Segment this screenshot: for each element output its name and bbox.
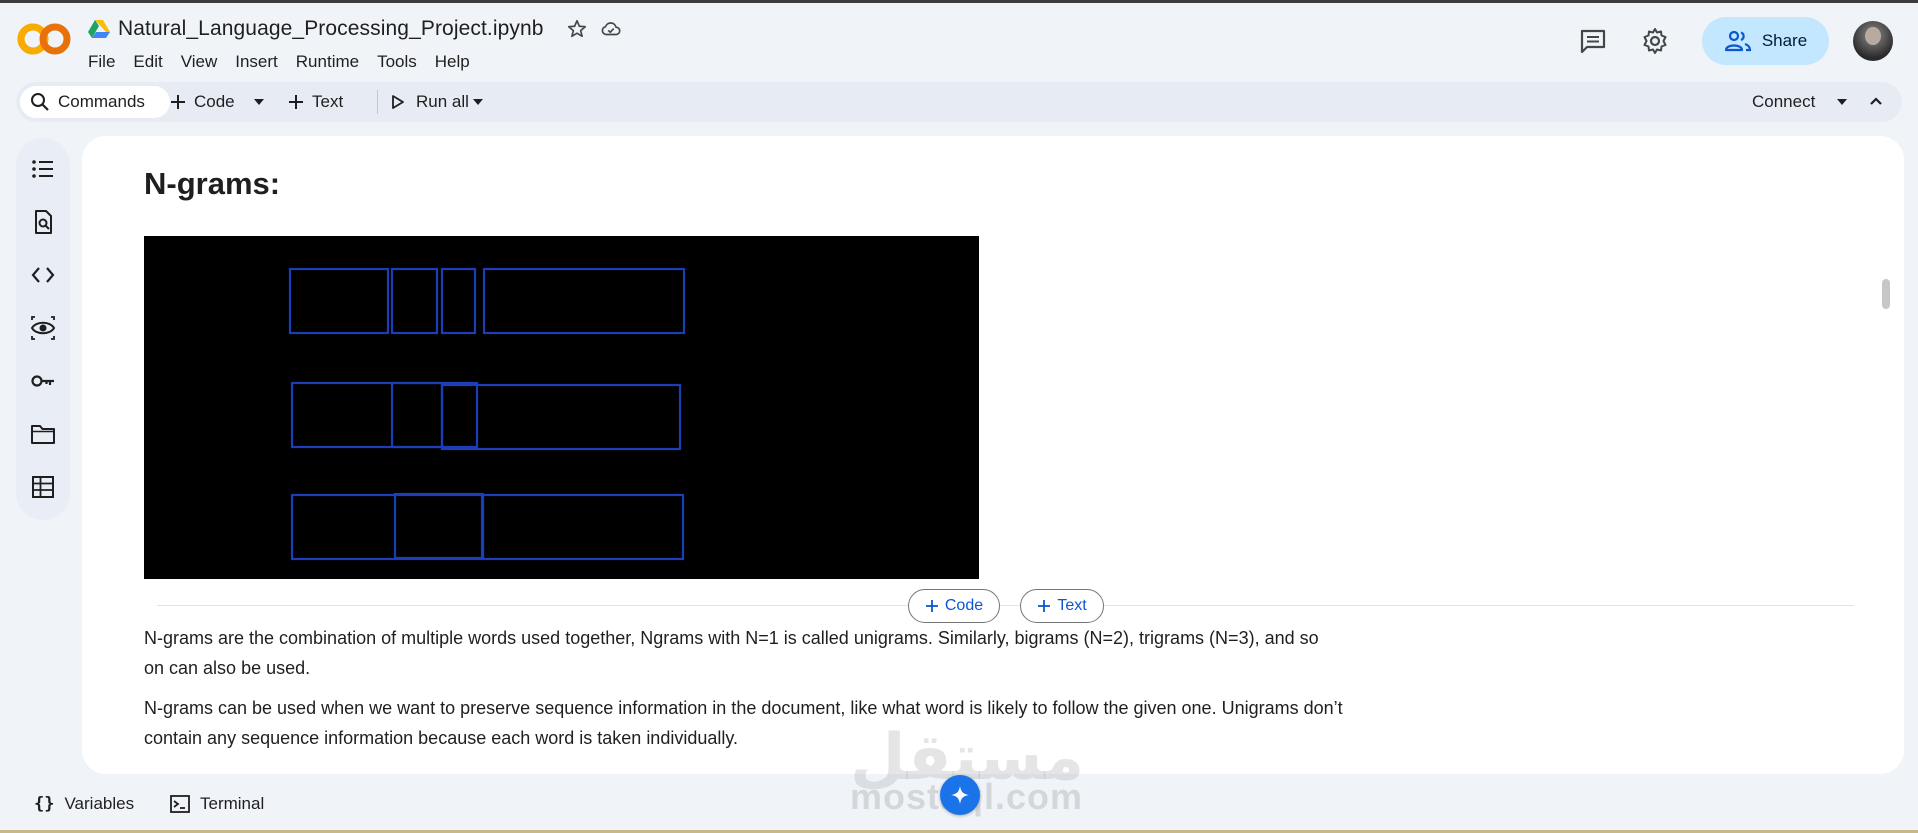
menu-tools[interactable]: Tools (368, 52, 426, 72)
menu-runtime[interactable]: Runtime (287, 52, 368, 72)
key-icon[interactable] (30, 368, 56, 394)
connect-button[interactable]: Connect (1752, 82, 1815, 122)
menu-file[interactable]: File (88, 52, 124, 72)
notebook-toolbar: Commands Code Text Run all Connect (16, 82, 1902, 122)
paragraph-ngrams-definition: N-grams are the combination of multiple … (144, 628, 1319, 678)
gemini-assist-button[interactable] (940, 775, 980, 815)
notebook-main: N-grams: Code Text N-grams are the combi… (82, 136, 1904, 774)
title-row: Natural_Language_Processing_Project.ipyn… (88, 17, 622, 41)
menu-view[interactable]: View (172, 52, 227, 72)
add-text-button[interactable]: Text (288, 82, 343, 122)
braces-icon: {} (34, 794, 55, 814)
find-icon[interactable] (30, 209, 56, 235)
cloud-saved-icon[interactable] (600, 18, 622, 40)
terminal-icon (170, 795, 190, 813)
menu-insert[interactable]: Insert (226, 52, 287, 72)
variables-label: Variables (64, 794, 135, 813)
play-icon (392, 95, 404, 109)
ngram-diagram-image (144, 236, 979, 579)
insert-text-label: Text (1057, 597, 1087, 614)
folder-icon[interactable] (30, 421, 56, 447)
add-code-label: Code (194, 92, 235, 111)
sparkle-icon (951, 786, 969, 804)
insert-code-cell-button[interactable]: Code (908, 589, 1000, 623)
search-icon (31, 93, 49, 111)
share-label: Share (1761, 31, 1808, 50)
share-button[interactable]: Share (1702, 17, 1829, 65)
paragraph-ngrams-usage: N-grams can be used when we want to pres… (144, 698, 1343, 748)
commands-label: Commands (58, 92, 145, 111)
run-all-button[interactable]: Run all (378, 82, 469, 122)
side-rail (16, 138, 70, 520)
plus-icon (171, 95, 185, 109)
avatar[interactable] (1853, 21, 1893, 61)
menu-edit[interactable]: Edit (124, 52, 171, 72)
connect-label: Connect (1752, 92, 1816, 111)
connect-chevron-icon[interactable] (1836, 98, 1848, 106)
terminal-label: Terminal (200, 794, 265, 813)
menu-help[interactable]: Help (426, 52, 479, 72)
plus-icon (289, 95, 303, 109)
markdown-heading: N-grams: (144, 166, 281, 201)
header-actions: Share (1578, 17, 1918, 65)
insert-text-cell-button[interactable]: Text (1020, 589, 1104, 623)
menu-bar: File Edit View Insert Runtime Tools Help (88, 52, 479, 72)
notebook-title[interactable]: Natural_Language_Processing_Project.ipyn… (118, 17, 544, 41)
terminal-button[interactable]: Terminal (170, 794, 264, 814)
star-icon[interactable] (566, 18, 588, 40)
scrollbar-thumb[interactable] (1882, 279, 1890, 309)
plus-icon (925, 600, 938, 612)
comment-icon[interactable] (1578, 26, 1608, 56)
plus-icon (1038, 600, 1051, 612)
cell-divider (157, 605, 1854, 606)
code-snippets-icon[interactable] (30, 262, 56, 288)
gear-icon[interactable] (1640, 26, 1670, 56)
collapse-chevron-up-icon[interactable] (1869, 95, 1883, 107)
people-icon (1724, 30, 1751, 52)
commands-button[interactable]: Commands (30, 82, 145, 122)
google-drive-icon[interactable] (88, 19, 110, 39)
variables-button[interactable]: {} Variables (34, 794, 134, 814)
app-header: Natural_Language_Processing_Project.ipyn… (0, 3, 1918, 79)
add-text-label: Text (312, 92, 344, 111)
table-icon[interactable] (30, 474, 56, 500)
insert-code-label: Code (944, 597, 984, 614)
run-all-chevron-icon[interactable] (472, 98, 484, 106)
add-code-button[interactable]: Code (170, 82, 235, 122)
toc-icon[interactable] (30, 156, 56, 182)
run-all-label: Run all (416, 92, 469, 111)
colab-logo-icon[interactable] (17, 21, 71, 57)
secrets-eye-icon[interactable] (30, 315, 56, 341)
code-dropdown-chevron-icon[interactable] (253, 98, 265, 106)
